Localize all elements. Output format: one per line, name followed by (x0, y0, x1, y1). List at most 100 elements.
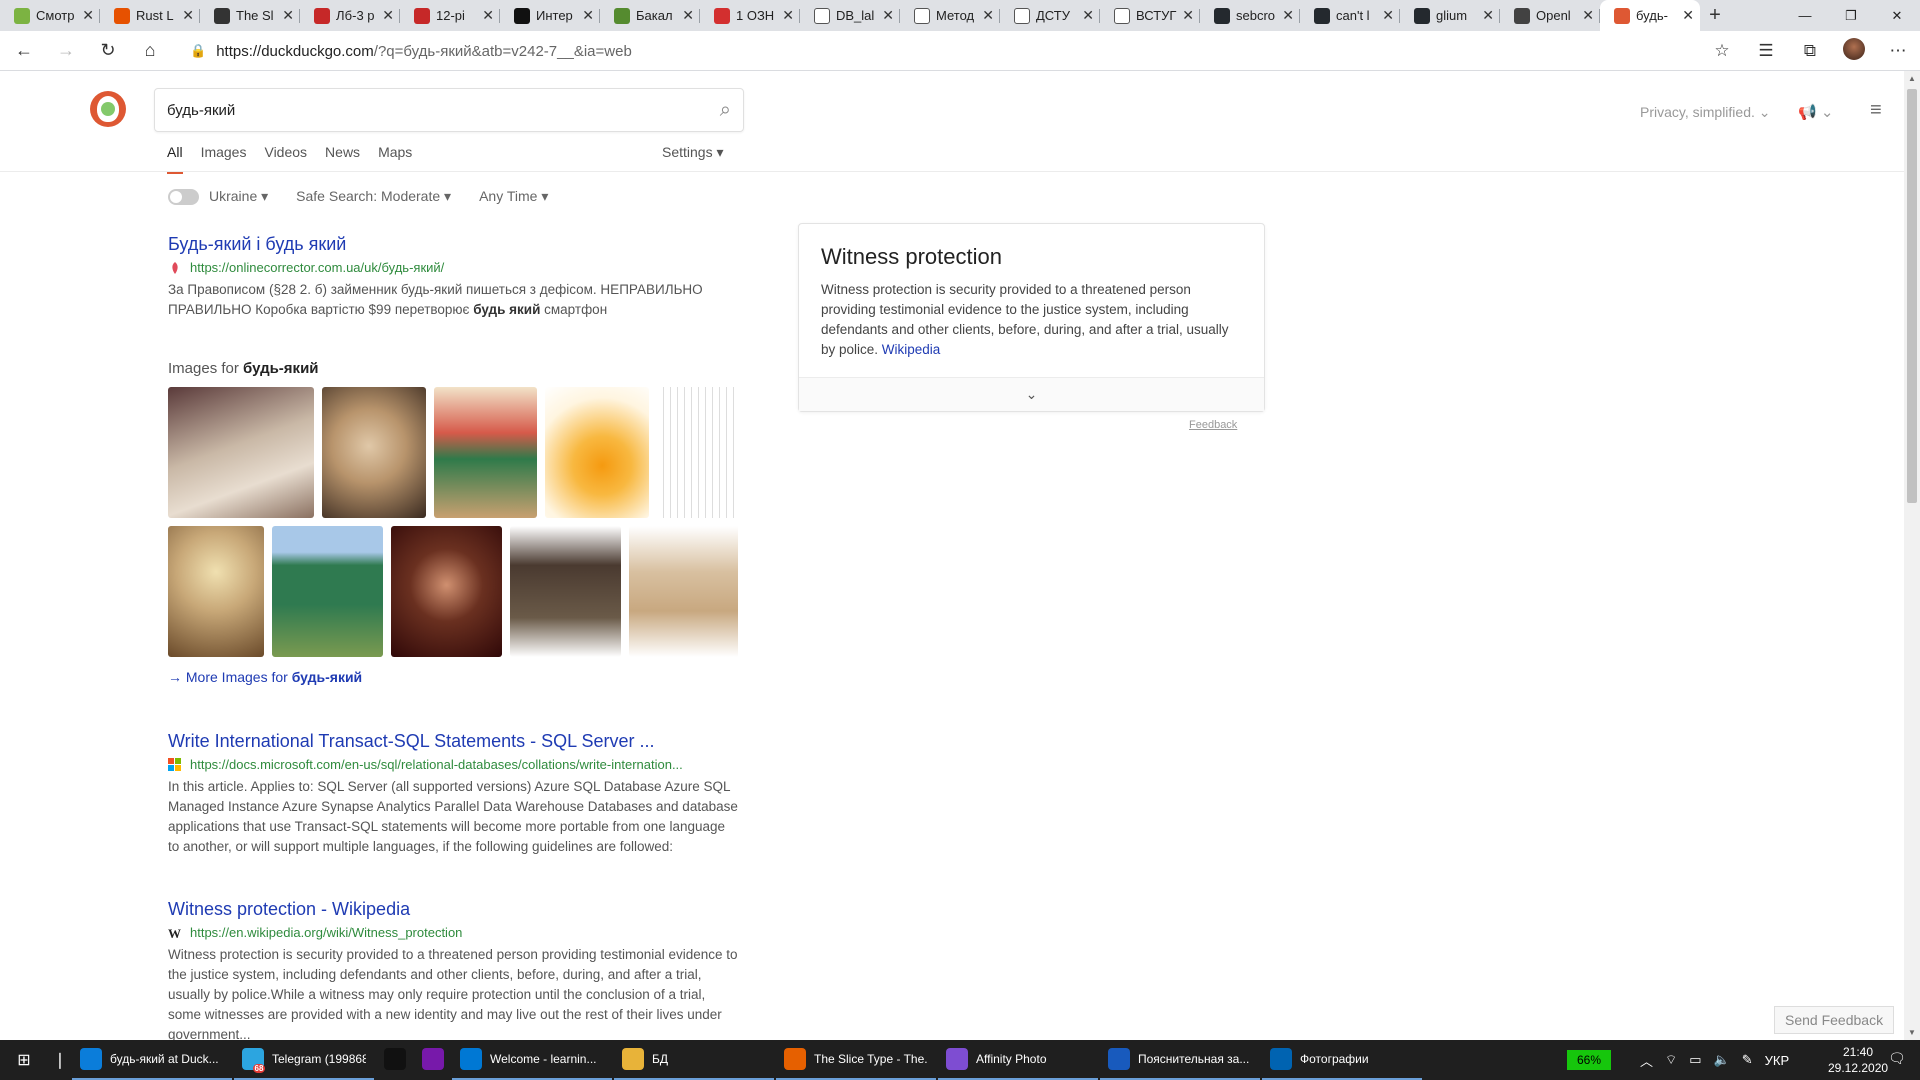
network-icon[interactable]: ⌔ (1665, 1052, 1677, 1068)
taskbar-app[interactable]: 68 Telegram (199868) (234, 1040, 374, 1080)
url-field[interactable]: 🔒 https://duckduckgo.com/?q=будь-який&at… (190, 35, 1750, 67)
close-tab-icon[interactable]: ✕ (682, 7, 694, 24)
tab-images[interactable]: Images (201, 144, 247, 174)
image-thumbnail[interactable] (434, 387, 537, 518)
send-feedback-button[interactable]: Send Feedback (1774, 1006, 1895, 1034)
result-url[interactable]: https://onlinecorrector.com.ua/uk/будь-я… (168, 260, 738, 275)
page-scrollbar[interactable]: ▲ ▼ (1904, 71, 1920, 1041)
browser-tab[interactable]: будь- ✕ (1600, 0, 1700, 31)
browser-tab[interactable]: glium ✕ (1400, 0, 1500, 31)
browser-tab[interactable]: The Sl ✕ (200, 0, 300, 31)
image-thumbnail[interactable] (545, 387, 649, 518)
tab-maps[interactable]: Maps (378, 144, 412, 174)
image-thumbnail[interactable] (657, 387, 738, 518)
megaphone-icon[interactable]: 📢 ⌄ (1798, 103, 1833, 121)
close-tab-icon[interactable]: ✕ (782, 7, 794, 24)
profile-avatar[interactable] (1832, 37, 1876, 65)
browser-tab[interactable]: Лб-3 р ✕ (300, 0, 400, 31)
taskbar-app[interactable]: Affinity Photo (938, 1040, 1098, 1080)
close-tab-icon[interactable]: ✕ (1682, 7, 1694, 24)
browser-tab[interactable]: DB_lal ✕ (800, 0, 900, 31)
browser-tab[interactable]: ВСТУГ ✕ (1100, 0, 1200, 31)
scrollbar-thumb[interactable] (1907, 89, 1917, 503)
browser-tab[interactable]: 1 ОЗН ✕ (700, 0, 800, 31)
clock[interactable]: 21:40 29.12.2020 (1828, 1044, 1888, 1076)
image-thumbnail[interactable] (391, 526, 502, 657)
browser-tab[interactable]: Rust L ✕ (100, 0, 200, 31)
browser-tab[interactable]: Смотр ✕ (0, 0, 100, 31)
infobox-expand-button[interactable]: ⌄ (799, 377, 1264, 411)
result-url[interactable]: https://docs.microsoft.com/en-us/sql/rel… (168, 757, 738, 772)
windows-start-icon[interactable]: ⊞ (0, 1040, 48, 1080)
browser-tab[interactable]: 12-рі ✕ (400, 0, 500, 31)
close-tab-icon[interactable]: ✕ (382, 7, 394, 24)
close-tab-icon[interactable]: ✕ (1382, 7, 1394, 24)
more-menu-icon[interactable]: ⋯ (1876, 41, 1920, 61)
browser-tab[interactable]: Метод ✕ (900, 0, 1000, 31)
close-tab-icon[interactable]: ✕ (582, 7, 594, 24)
language-indicator[interactable]: УКР (1765, 1053, 1790, 1068)
close-tab-icon[interactable]: ✕ (1582, 7, 1594, 24)
pen-icon[interactable]: ✎ (1742, 1052, 1753, 1068)
region-toggle[interactable] (168, 188, 199, 205)
favorites-icon[interactable]: ☰ (1744, 41, 1788, 61)
image-thumbnail[interactable] (510, 526, 621, 657)
image-thumbnail[interactable] (168, 526, 264, 657)
browser-tab[interactable]: Openl ✕ (1500, 0, 1600, 31)
settings-dropdown[interactable]: Settings ▾ (662, 144, 724, 161)
notification-icon[interactable]: 🗨 (1888, 1050, 1906, 1067)
minimize-button[interactable]: — (1782, 0, 1828, 31)
taskbar-app[interactable] (414, 1040, 450, 1080)
image-thumbnail[interactable] (168, 387, 314, 518)
favorite-star-icon[interactable]: ☆ (1700, 41, 1744, 61)
wikipedia-link[interactable]: Wikipedia (882, 342, 941, 357)
tab-videos[interactable]: Videos (264, 144, 307, 174)
taskbar-app[interactable] (376, 1040, 412, 1080)
search-icon[interactable]: ⌕ (720, 99, 731, 122)
image-thumbnail[interactable] (322, 387, 426, 518)
restore-button[interactable]: ❐ (1828, 0, 1874, 31)
taskbar-app[interactable]: будь-який at Duck... (72, 1040, 232, 1080)
taskbar-app[interactable]: Фотографии (1262, 1040, 1422, 1080)
home-button[interactable]: ⌂ (132, 35, 168, 67)
time-filter[interactable]: Any Time ▾ (479, 188, 548, 205)
close-tab-icon[interactable]: ✕ (1182, 7, 1194, 24)
scroll-up-icon[interactable]: ▲ (1904, 71, 1920, 87)
close-tab-icon[interactable]: ✕ (482, 7, 494, 24)
result-title-link[interactable]: Witness protection - Wikipedia (168, 897, 738, 921)
browser-tab[interactable]: ДСТУ ✕ (1000, 0, 1100, 31)
forward-button[interactable]: → (48, 35, 84, 67)
safe-search-filter[interactable]: Safe Search: Moderate ▾ (296, 188, 451, 205)
close-tab-icon[interactable]: ✕ (982, 7, 994, 24)
taskbar-app[interactable]: БД (614, 1040, 774, 1080)
back-button[interactable]: ← (6, 35, 42, 67)
close-window-button[interactable]: ✕ (1874, 0, 1920, 31)
close-tab-icon[interactable]: ✕ (82, 7, 94, 24)
close-tab-icon[interactable]: ✕ (1082, 7, 1094, 24)
close-tab-icon[interactable]: ✕ (1282, 7, 1294, 24)
browser-tab[interactable]: Бакал ✕ (600, 0, 700, 31)
collections-icon[interactable]: ⧉ (1788, 41, 1832, 61)
battery-indicator[interactable]: 66% (1567, 1050, 1611, 1070)
scroll-down-icon[interactable]: ▼ (1904, 1025, 1920, 1041)
search-input[interactable]: будь-який ⌕ (154, 88, 744, 132)
result-title-link[interactable]: Write International Transact-SQL Stateme… (168, 729, 738, 753)
more-images-link[interactable]: → More Images for будь-який (168, 669, 738, 685)
browser-tab[interactable]: Интер ✕ (500, 0, 600, 31)
taskbar-app[interactable]: The Slice Type - The... (776, 1040, 936, 1080)
browser-tab[interactable]: can't l ✕ (1300, 0, 1400, 31)
taskbar-app[interactable]: Пояснительная за... (1100, 1040, 1260, 1080)
task-view-icon[interactable]: ❘ (48, 1040, 72, 1080)
lock-icon[interactable]: 🔒 (190, 43, 206, 59)
result-title-link[interactable]: Будь-який і будь який (168, 232, 738, 256)
close-tab-icon[interactable]: ✕ (182, 7, 194, 24)
chevron-up-icon[interactable]: ︿ (1640, 1051, 1653, 1070)
feedback-link[interactable]: Feedback (1189, 419, 1237, 431)
images-heading[interactable]: Images for будь-який (168, 360, 738, 377)
duckduckgo-logo[interactable] (90, 91, 126, 127)
privacy-dropdown[interactable]: Privacy, simplified. ⌄ (1640, 104, 1771, 121)
battery-icon[interactable]: ▭ (1689, 1052, 1701, 1068)
close-tab-icon[interactable]: ✕ (882, 7, 894, 24)
taskbar-app[interactable]: Welcome - learnin... (452, 1040, 612, 1080)
close-tab-icon[interactable]: ✕ (282, 7, 294, 24)
